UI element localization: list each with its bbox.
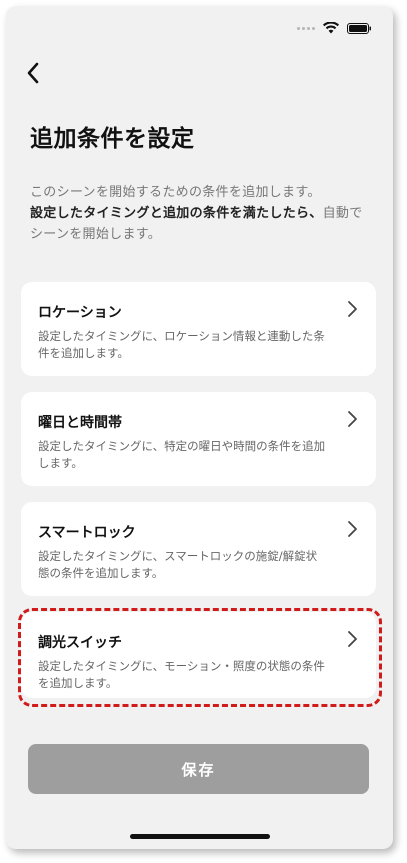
card-title: 調光スイッチ	[38, 635, 122, 651]
condition-card-location[interactable]: ロケーション 設定したタイミングに、ロケーション情報と連動した条件を追加します。	[21, 282, 376, 376]
status-bar	[297, 19, 371, 37]
card-title: ロケーション	[38, 305, 122, 321]
chevron-right-icon	[348, 631, 357, 647]
chevron-right-icon	[348, 411, 357, 427]
condition-card-smart-lock[interactable]: スマートロック 設定したタイミングに、スマートロックの施錠/解錠状態の条件を追加…	[21, 502, 376, 596]
card-description: 設定したタイミングに、モーション・照度の状態の条件を追加します。	[38, 659, 325, 690]
back-button[interactable]	[20, 60, 46, 86]
card-title: 曜日と時間帯	[38, 415, 122, 431]
card-title: スマートロック	[38, 525, 136, 541]
page-description: このシーンを開始するための条件を追加します。 設定したタイミングと追加の条件を満…	[30, 182, 370, 245]
wifi-icon	[323, 22, 339, 34]
condition-card-weekday-time[interactable]: 曜日と時間帯 設定したタイミングに、特定の曜日や時間の条件を追加します。	[21, 392, 376, 486]
description-bold-text: 設定したタイミングと追加の条件を満たしたら、	[30, 206, 323, 221]
battery-icon	[347, 22, 371, 34]
chevron-right-icon	[348, 521, 357, 537]
card-description: 設定したタイミングに、スマートロックの施錠/解錠状態の条件を追加します。	[38, 549, 318, 580]
description-text: このシーンを開始するための条件を追加します。	[30, 185, 321, 200]
card-description: 設定したタイミングに、ロケーション情報と連動した条件を追加します。	[38, 329, 325, 360]
chevron-left-icon	[27, 62, 39, 84]
phone-screen: 追加条件を設定 このシーンを開始するための条件を追加します。 設定したタイミング…	[6, 6, 393, 849]
home-indicator	[130, 834, 270, 839]
condition-card-dimmer-switch[interactable]: 調光スイッチ 設定したタイミングに、モーション・照度の状態の条件を追加します。	[21, 612, 376, 698]
signal-icon	[297, 26, 315, 30]
save-button[interactable]: 保存	[28, 744, 369, 794]
chevron-right-icon	[348, 301, 357, 317]
page-title: 追加条件を設定	[30, 126, 195, 152]
card-description: 設定したタイミングに、特定の曜日や時間の条件を追加します。	[38, 439, 326, 470]
